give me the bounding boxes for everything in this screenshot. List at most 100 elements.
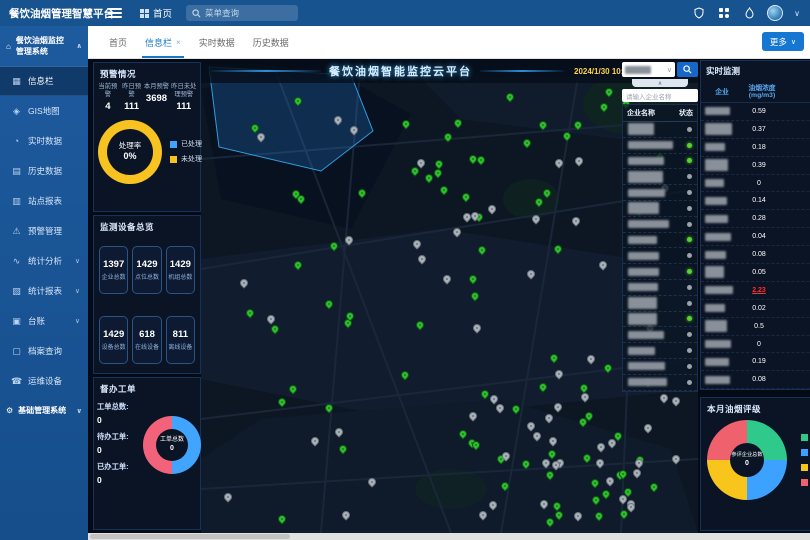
map-pin-offline-icon[interactable] [343, 235, 354, 246]
company-row[interactable] [623, 154, 697, 170]
sidebar-item-站点报表[interactable]: ▥站点报表 [0, 186, 88, 216]
sidebar-item-GIS地图[interactable]: ◈GIS地图 [0, 96, 88, 126]
map-pin-offline-icon[interactable] [574, 155, 585, 166]
map-pin-online-icon[interactable] [287, 383, 298, 394]
map-pin-online-icon[interactable] [324, 299, 335, 310]
sidebar-item-统计报表[interactable]: ▧统计报表∨ [0, 276, 88, 306]
map-pin-online-icon[interactable] [578, 383, 589, 394]
map-pin-offline-icon[interactable] [597, 259, 608, 270]
map-pin-offline-icon[interactable] [553, 157, 564, 168]
map-pin-offline-icon[interactable] [526, 420, 537, 431]
company-row[interactable] [623, 327, 697, 343]
map-pin-offline-icon[interactable] [332, 114, 343, 125]
company-row[interactable] [623, 201, 697, 217]
map-pin-online-icon[interactable] [544, 517, 555, 528]
map-pin-online-icon[interactable] [520, 458, 531, 469]
map-pin-offline-icon[interactable] [266, 313, 277, 324]
apps-icon[interactable] [717, 6, 731, 20]
company-row[interactable] [623, 248, 697, 264]
map-pin-online-icon[interactable] [547, 449, 558, 460]
map-pin-offline-icon[interactable] [570, 216, 581, 227]
map-pin-offline-icon[interactable] [349, 124, 360, 135]
map-pin-online-icon[interactable] [549, 353, 560, 364]
flame-icon[interactable] [742, 6, 756, 20]
company-row[interactable] [623, 185, 697, 201]
map-pin-online-icon[interactable] [399, 369, 410, 380]
realtime-row[interactable]: 0.392023-11-16 08:04:00 [701, 157, 810, 175]
map-pin-offline-icon[interactable] [586, 354, 597, 365]
realtime-row[interactable]: 0.192023-10-06 13:04:00 [701, 353, 810, 371]
chevron-down-icon[interactable]: ∨ [794, 9, 800, 18]
map-pin-online-icon[interactable] [292, 96, 303, 107]
map-pin-offline-icon[interactable] [223, 491, 234, 502]
company-row[interactable] [623, 233, 697, 249]
realtime-row[interactable]: 0.022023-09-01 17:39:00 [701, 300, 810, 318]
close-icon[interactable]: × [176, 38, 181, 47]
sidebar-item-信息栏[interactable]: ▦信息栏 [0, 66, 88, 96]
map-pin-online-icon[interactable] [602, 362, 613, 373]
map-pin-online-icon[interactable] [324, 403, 335, 414]
map-pin-online-icon[interactable] [545, 469, 556, 480]
map-pin-online-icon[interactable] [534, 196, 545, 207]
map-pin-offline-icon[interactable] [366, 476, 377, 487]
map-pin-offline-icon[interactable] [594, 458, 605, 469]
tab-实时数据[interactable]: 实时数据 [190, 36, 244, 58]
map-pin-offline-icon[interactable] [670, 453, 681, 464]
map-pin-offline-icon[interactable] [309, 435, 320, 446]
realtime-row[interactable]: 0.052024-01-30 10:03:00 [701, 264, 810, 282]
map-pin-offline-icon[interactable] [604, 475, 615, 486]
menu-toggle-icon[interactable] [108, 8, 122, 18]
realtime-row[interactable]: 0.182023-11-10 03:45:00 [701, 139, 810, 157]
company-row[interactable] [623, 312, 697, 328]
map-pin-offline-icon[interactable] [547, 435, 558, 446]
map-pin-online-icon[interactable] [649, 481, 660, 492]
map-pin-offline-icon[interactable] [539, 498, 550, 509]
sidebar-section-base[interactable]: ⚙ 基础管理系统 ∨ [0, 396, 88, 425]
map-pin-offline-icon[interactable] [416, 254, 427, 265]
realtime-row[interactable]: 0.042024-01-30 10:03:00 [701, 228, 810, 246]
map-pin-offline-icon[interactable] [642, 423, 653, 434]
company-row[interactable] [623, 264, 697, 280]
company-row[interactable] [623, 296, 697, 312]
map-pin-offline-icon[interactable] [451, 226, 462, 237]
map-pin-online-icon[interactable] [538, 381, 549, 392]
map-pin-offline-icon[interactable] [333, 427, 344, 438]
map-pin-offline-icon[interactable] [467, 410, 478, 421]
map-pin-online-icon[interactable] [250, 122, 261, 133]
more-button[interactable]: 更多 ∨ [762, 32, 804, 51]
map-pin-online-icon[interactable] [432, 167, 443, 178]
map-pin-online-icon[interactable] [415, 319, 426, 330]
map-pin-offline-icon[interactable] [411, 239, 422, 250]
map-pin-online-icon[interactable] [458, 429, 469, 440]
map-pin-online-icon[interactable] [598, 101, 609, 112]
map-pin-online-icon[interactable] [292, 259, 303, 270]
map-pin-offline-icon[interactable] [255, 131, 266, 142]
map-pin-online-icon[interactable] [499, 480, 510, 491]
map-pin-offline-icon[interactable] [495, 402, 506, 413]
realtime-row[interactable]: 2.232023-12-15 01:11:00 [701, 282, 810, 300]
map-pin-online-icon[interactable] [357, 187, 368, 198]
tab-首页[interactable]: 首页 [100, 36, 136, 58]
map-pin-online-icon[interactable] [476, 245, 487, 256]
map-pin-offline-icon[interactable] [488, 500, 499, 511]
company-name-input[interactable]: 请输入企业名称 [622, 89, 698, 102]
realtime-row[interactable]: 0.52023-10-06 16:44:00 [701, 318, 810, 336]
map-pin-online-icon[interactable] [452, 117, 463, 128]
map-pin-offline-icon[interactable] [573, 510, 584, 521]
sidebar-item-统计分析[interactable]: ∿统计分析∨ [0, 246, 88, 276]
map-pin-offline-icon[interactable] [579, 391, 590, 402]
sidebar-item-运维设备[interactable]: ☎运维设备 [0, 366, 88, 396]
map-pin-online-icon[interactable] [600, 488, 611, 499]
map-pin-online-icon[interactable] [439, 184, 450, 195]
tab-历史数据[interactable]: 历史数据 [244, 36, 298, 58]
map-pin-offline-icon[interactable] [525, 269, 536, 280]
realtime-row[interactable]: 0.372024-01-30 10:03:00 [701, 121, 810, 139]
header-home-link[interactable]: 首页 [140, 6, 172, 20]
realtime-row[interactable]: 0.082023-11-01 22:23:00 [701, 246, 810, 264]
map-pin-offline-icon[interactable] [472, 322, 483, 333]
sidebar-section-main[interactable]: ⌂ 餐饮油烟监控管理系统 ∧ [0, 26, 88, 66]
sidebar-item-档案查询[interactable]: ▢档案查询 [0, 336, 88, 366]
map-pin-offline-icon[interactable] [552, 401, 563, 412]
realtime-row[interactable]: 02022-09-17 01:34:00 [701, 336, 810, 354]
company-row[interactable] [623, 138, 697, 154]
